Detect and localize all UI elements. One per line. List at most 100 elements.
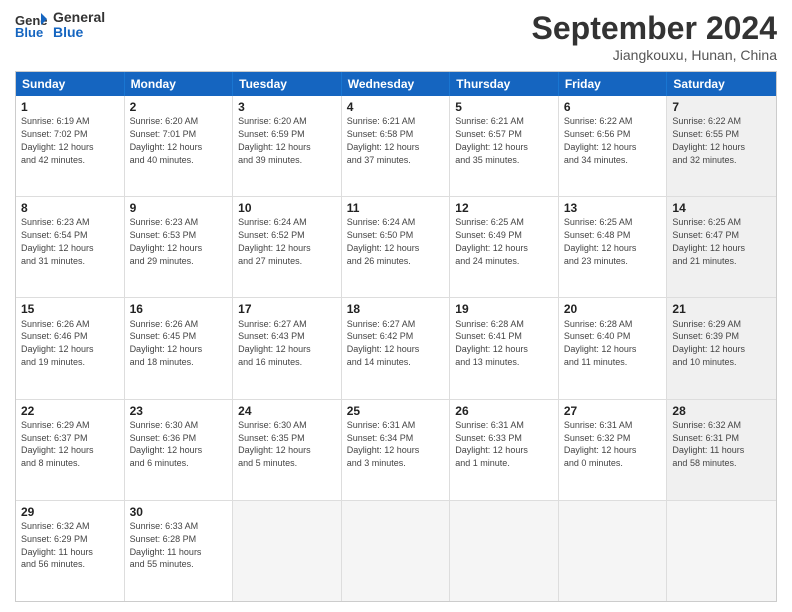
cal-cell: 6Sunrise: 6:22 AM Sunset: 6:56 PM Daylig… (559, 96, 668, 196)
cal-row: 15 Sunrise: 6:26 AM Sunset: 6:46 PM Dayli… (16, 298, 776, 399)
header: General Blue General Blue September 2024… (15, 10, 777, 63)
day-number: 14 (672, 200, 771, 216)
day-number: 19 (455, 301, 553, 317)
day-number: 4 (347, 99, 445, 115)
cal-cell: 19 Sunrise: 6:28 AM Sunset: 6:41 PM Dayli… (450, 298, 559, 398)
day-number: 11 (347, 200, 445, 216)
day-number: 25 (347, 403, 445, 419)
cal-row: 1Sunrise: 6:19 AM Sunset: 7:02 PM Daylig… (16, 96, 776, 197)
day-number: 18 (347, 301, 445, 317)
cal-cell: 7Sunrise: 6:22 AM Sunset: 6:55 PM Daylig… (667, 96, 776, 196)
cell-details: Sunrise: 6:33 AM Sunset: 6:28 PM Dayligh… (130, 521, 202, 569)
logo-line1: General (53, 10, 105, 25)
calendar-body: 1Sunrise: 6:19 AM Sunset: 7:02 PM Daylig… (16, 96, 776, 601)
day-number: 22 (21, 403, 119, 419)
cal-cell: 24Sunrise: 6:30 AM Sunset: 6:35 PM Dayli… (233, 400, 342, 500)
cal-cell: 4Sunrise: 6:21 AM Sunset: 6:58 PM Daylig… (342, 96, 451, 196)
cal-cell: 28Sunrise: 6:32 AM Sunset: 6:31 PM Dayli… (667, 400, 776, 500)
page: General Blue General Blue September 2024… (0, 0, 792, 612)
cal-cell: 2Sunrise: 6:20 AM Sunset: 7:01 PM Daylig… (125, 96, 234, 196)
cal-cell: 16 Sunrise: 6:26 AM Sunset: 6:45 PM Dayli… (125, 298, 234, 398)
day-header-wednesday: Wednesday (342, 72, 451, 96)
cell-details: Sunrise: 6:26 AM Sunset: 6:46 PM Dayligh… (21, 319, 94, 367)
cell-details: Sunrise: 6:30 AM Sunset: 6:35 PM Dayligh… (238, 420, 311, 468)
day-number: 21 (672, 301, 771, 317)
calendar: SundayMondayTuesdayWednesdayThursdayFrid… (15, 71, 777, 602)
cal-cell: 30Sunrise: 6:33 AM Sunset: 6:28 PM Dayli… (125, 501, 234, 601)
cal-cell: 18Sunrise: 6:27 AM Sunset: 6:42 PM Dayli… (342, 298, 451, 398)
day-number: 7 (672, 99, 771, 115)
cell-details: Sunrise: 6:28 AM Sunset: 6:41 PM Dayligh… (455, 319, 528, 367)
cal-cell: 12Sunrise: 6:25 AM Sunset: 6:49 PM Dayli… (450, 197, 559, 297)
cell-details: Sunrise: 6:29 AM Sunset: 6:39 PM Dayligh… (672, 319, 745, 367)
day-number: 28 (672, 403, 771, 419)
day-number: 9 (130, 200, 228, 216)
cal-row: 29Sunrise: 6:32 AM Sunset: 6:29 PM Dayli… (16, 501, 776, 601)
cal-cell: 22Sunrise: 6:29 AM Sunset: 6:37 PM Dayli… (16, 400, 125, 500)
day-number: 24 (238, 403, 336, 419)
day-header-thursday: Thursday (450, 72, 559, 96)
cell-details: Sunrise: 6:32 AM Sunset: 6:29 PM Dayligh… (21, 521, 93, 569)
cell-details: Sunrise: 6:25 AM Sunset: 6:48 PM Dayligh… (564, 217, 637, 265)
cell-details: Sunrise: 6:25 AM Sunset: 6:49 PM Dayligh… (455, 217, 528, 265)
cal-cell: 8Sunrise: 6:23 AM Sunset: 6:54 PM Daylig… (16, 197, 125, 297)
cal-cell: 25Sunrise: 6:31 AM Sunset: 6:34 PM Dayli… (342, 400, 451, 500)
logo-line2: Blue (53, 25, 105, 40)
cell-details: Sunrise: 6:21 AM Sunset: 6:57 PM Dayligh… (455, 116, 528, 164)
cal-cell: 23Sunrise: 6:30 AM Sunset: 6:36 PM Dayli… (125, 400, 234, 500)
day-header-tuesday: Tuesday (233, 72, 342, 96)
cell-details: Sunrise: 6:22 AM Sunset: 6:56 PM Dayligh… (564, 116, 637, 164)
cal-cell: 14Sunrise: 6:25 AM Sunset: 6:47 PM Dayli… (667, 197, 776, 297)
day-number: 5 (455, 99, 553, 115)
cal-cell: 10Sunrise: 6:24 AM Sunset: 6:52 PM Dayli… (233, 197, 342, 297)
day-number: 20 (564, 301, 662, 317)
day-number: 8 (21, 200, 119, 216)
cal-cell: 26Sunrise: 6:31 AM Sunset: 6:33 PM Dayli… (450, 400, 559, 500)
cal-cell: 1Sunrise: 6:19 AM Sunset: 7:02 PM Daylig… (16, 96, 125, 196)
cal-cell: 5Sunrise: 6:21 AM Sunset: 6:57 PM Daylig… (450, 96, 559, 196)
calendar-header: SundayMondayTuesdayWednesdayThursdayFrid… (16, 72, 776, 96)
day-number: 30 (130, 504, 228, 520)
cell-details: Sunrise: 6:27 AM Sunset: 6:43 PM Dayligh… (238, 319, 311, 367)
logo: General Blue General Blue (15, 10, 105, 41)
cal-cell (233, 501, 342, 601)
cell-details: Sunrise: 6:32 AM Sunset: 6:31 PM Dayligh… (672, 420, 744, 468)
day-number: 29 (21, 504, 119, 520)
cal-cell (667, 501, 776, 601)
cell-details: Sunrise: 6:20 AM Sunset: 7:01 PM Dayligh… (130, 116, 203, 164)
day-number: 16 (130, 301, 228, 317)
cal-cell: 27Sunrise: 6:31 AM Sunset: 6:32 PM Dayli… (559, 400, 668, 500)
cell-details: Sunrise: 6:22 AM Sunset: 6:55 PM Dayligh… (672, 116, 745, 164)
day-number: 27 (564, 403, 662, 419)
cal-cell: 29Sunrise: 6:32 AM Sunset: 6:29 PM Dayli… (16, 501, 125, 601)
day-number: 17 (238, 301, 336, 317)
cell-details: Sunrise: 6:31 AM Sunset: 6:34 PM Dayligh… (347, 420, 420, 468)
cell-details: Sunrise: 6:24 AM Sunset: 6:52 PM Dayligh… (238, 217, 311, 265)
cal-cell: 13Sunrise: 6:25 AM Sunset: 6:48 PM Dayli… (559, 197, 668, 297)
day-number: 3 (238, 99, 336, 115)
cell-details: Sunrise: 6:30 AM Sunset: 6:36 PM Dayligh… (130, 420, 203, 468)
day-number: 12 (455, 200, 553, 216)
day-header-friday: Friday (559, 72, 668, 96)
cal-cell: 21 Sunrise: 6:29 AM Sunset: 6:39 PM Dayli… (667, 298, 776, 398)
month-title: September 2024 (532, 10, 777, 47)
day-number: 15 (21, 301, 119, 317)
cell-details: Sunrise: 6:26 AM Sunset: 6:45 PM Dayligh… (130, 319, 203, 367)
cal-cell (559, 501, 668, 601)
cal-cell (450, 501, 559, 601)
location: Jiangkouxu, Hunan, China (532, 47, 777, 63)
cal-cell: 20 Sunrise: 6:28 AM Sunset: 6:40 PM Dayli… (559, 298, 668, 398)
cell-details: Sunrise: 6:21 AM Sunset: 6:58 PM Dayligh… (347, 116, 420, 164)
cal-cell: 17 Sunrise: 6:27 AM Sunset: 6:43 PM Dayli… (233, 298, 342, 398)
day-number: 1 (21, 99, 119, 115)
day-number: 26 (455, 403, 553, 419)
day-number: 6 (564, 99, 662, 115)
day-number: 13 (564, 200, 662, 216)
cell-details: Sunrise: 6:29 AM Sunset: 6:37 PM Dayligh… (21, 420, 94, 468)
cal-cell (342, 501, 451, 601)
cell-details: Sunrise: 6:25 AM Sunset: 6:47 PM Dayligh… (672, 217, 745, 265)
day-number: 2 (130, 99, 228, 115)
cal-cell: 3Sunrise: 6:20 AM Sunset: 6:59 PM Daylig… (233, 96, 342, 196)
cell-details: Sunrise: 6:23 AM Sunset: 6:54 PM Dayligh… (21, 217, 94, 265)
cell-details: Sunrise: 6:28 AM Sunset: 6:40 PM Dayligh… (564, 319, 637, 367)
